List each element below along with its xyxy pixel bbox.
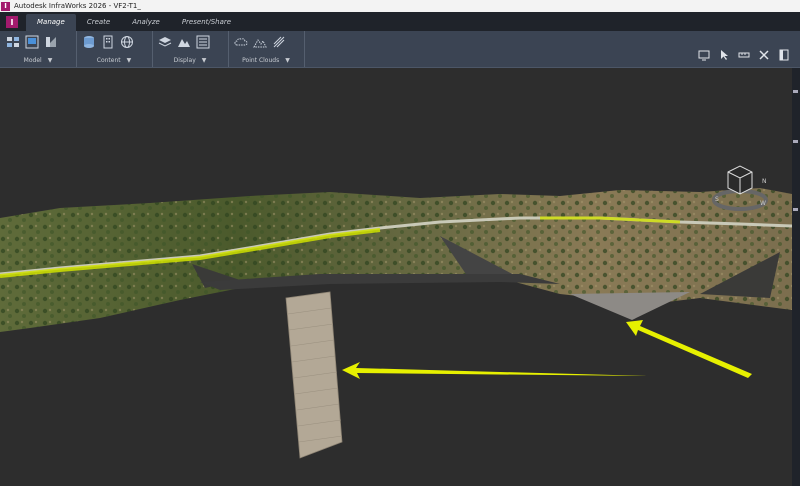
- group-content: Content ▼: [76, 31, 153, 67]
- terrain-icon[interactable]: [177, 35, 191, 49]
- right-panel-strip[interactable]: [792, 68, 800, 486]
- cloud-hatch-icon[interactable]: [272, 35, 286, 49]
- pier-cap: [570, 292, 690, 320]
- style-icon[interactable]: [44, 35, 58, 49]
- ribbon-panel: Model ▼ Content ▼ Display ▼ Point Clouds ▼: [0, 31, 800, 68]
- window-titlebar: I Autodesk InfraWorks 2026 - VF2-T1_: [0, 0, 800, 12]
- tab-present-share[interactable]: Present/Share: [171, 14, 242, 31]
- group-label-content[interactable]: Content ▼: [76, 57, 152, 64]
- group-label-display[interactable]: Display ▼: [152, 57, 228, 64]
- chevron-down-icon: ▼: [201, 57, 207, 64]
- ribbon-right-tools: [698, 49, 790, 61]
- tab-analyze[interactable]: Analyze: [121, 14, 171, 31]
- model-explorer-icon[interactable]: [6, 35, 20, 49]
- annotation-arrow-right: [626, 320, 752, 378]
- annotation-arrow-left: [342, 362, 648, 379]
- measure-icon[interactable]: [738, 49, 750, 61]
- viewcube[interactable]: N W S: [710, 160, 770, 215]
- select-arrow-icon[interactable]: [718, 49, 730, 61]
- panel-marker: [793, 208, 798, 211]
- monitor-icon[interactable]: [698, 49, 710, 61]
- panel-marker: [793, 90, 798, 93]
- group-model: Model ▼: [0, 31, 77, 67]
- tools-icon[interactable]: [758, 49, 770, 61]
- list-icon[interactable]: [196, 35, 210, 49]
- tab-manage[interactable]: Manage: [26, 14, 76, 31]
- application-menu-button[interactable]: I: [6, 16, 18, 28]
- vegetation-texture: [0, 188, 792, 332]
- screen-icon[interactable]: [25, 35, 39, 49]
- chevron-down-icon: ▼: [126, 57, 132, 64]
- chevron-down-icon: ▼: [47, 57, 53, 64]
- cloud-icon[interactable]: [234, 35, 248, 49]
- database-icon[interactable]: [82, 35, 96, 49]
- ribbon-tabbar: I Manage Create Analyze Present/Share: [0, 12, 800, 31]
- group-point-clouds: Point Clouds ▼: [228, 31, 305, 67]
- chevron-down-icon: ▼: [285, 57, 290, 64]
- group-label-model[interactable]: Model ▼: [0, 57, 76, 64]
- cloud-terrain-icon[interactable]: [253, 35, 267, 49]
- globe-icon[interactable]: [120, 35, 134, 49]
- group-label-point-clouds[interactable]: Point Clouds ▼: [228, 57, 304, 64]
- window-title: Autodesk InfraWorks 2026 - VF2-T1_: [14, 2, 141, 10]
- app-logo-icon: I: [1, 1, 10, 11]
- compass-n: N: [762, 178, 767, 185]
- building-icon[interactable]: [101, 35, 115, 49]
- group-display: Display ▼: [152, 31, 229, 67]
- tab-create[interactable]: Create: [76, 14, 121, 31]
- terrain-scene: [0, 188, 792, 459]
- compass-s: S: [715, 196, 719, 203]
- panel-icon[interactable]: [778, 49, 790, 61]
- 3d-viewport[interactable]: N W S: [0, 68, 792, 486]
- compass-w: W: [760, 200, 766, 207]
- panel-marker: [793, 140, 798, 143]
- layers-icon[interactable]: [158, 35, 172, 49]
